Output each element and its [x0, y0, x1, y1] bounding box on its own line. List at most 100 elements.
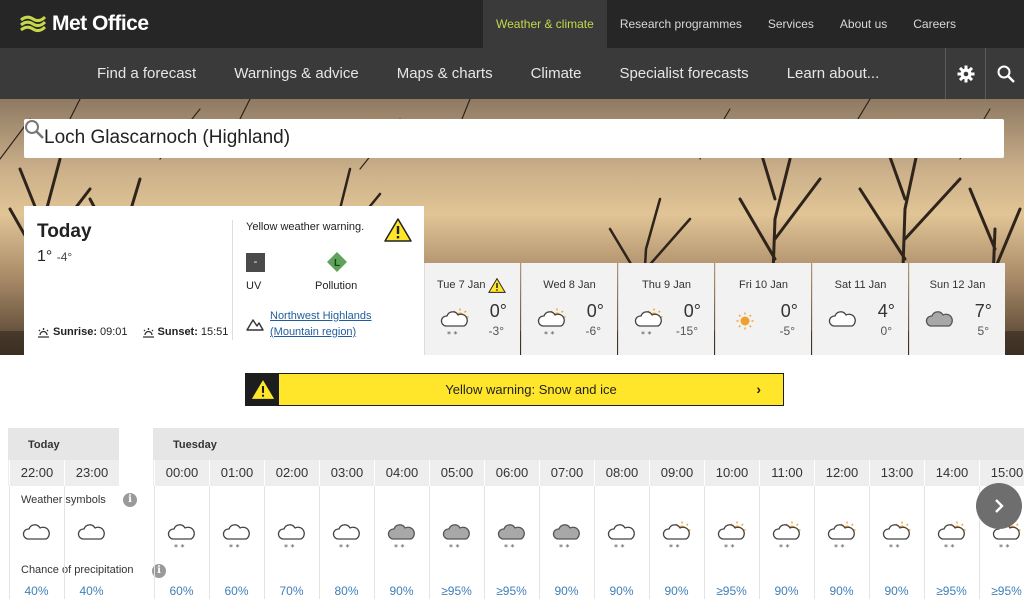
grey-cloud-snow-icon: * * — [497, 524, 525, 552]
region-line-1[interactable]: Northwest Highlands — [270, 310, 372, 322]
day-tab[interactable]: Fri 10 Jan 0° -5° — [715, 263, 811, 355]
svg-text:* *: * * — [504, 543, 515, 552]
day-max-temp: 0° — [683, 301, 701, 321]
banner-text[interactable]: Yellow warning: Snow and ice — [279, 382, 783, 397]
hour-precipitation: 90% — [664, 584, 689, 598]
hour-weather-symbol: * * — [924, 520, 979, 552]
topnav-weather-climate[interactable]: Weather & climate — [483, 0, 607, 48]
day-min-temp: -5° — [779, 324, 795, 338]
settings-button[interactable] — [945, 48, 985, 99]
nav-maps-charts[interactable]: Maps & charts — [378, 48, 512, 99]
search-icon[interactable] — [24, 119, 44, 139]
hour-time: 09:00 — [649, 460, 704, 486]
hour-weather-symbol — [64, 520, 119, 546]
sun-cloud-snow-icon: * * — [882, 521, 910, 552]
search-icon — [997, 65, 1015, 83]
cloud-snow-icon: * * — [332, 524, 360, 552]
day-max-temp: 7° — [974, 301, 992, 321]
sunny-intervals-snow-icon: * * — [634, 308, 663, 339]
svg-text:* *: * * — [724, 543, 735, 552]
day-warning — [488, 277, 506, 298]
nav-learn-about[interactable]: Learn about... — [768, 48, 899, 99]
cloud-icon — [828, 311, 856, 327]
topnav-services[interactable]: Services — [755, 0, 827, 48]
sunset-icon — [142, 327, 154, 338]
today-title: Today — [37, 221, 92, 242]
region-line-2[interactable]: (Mountain region) — [270, 326, 356, 338]
hour-precipitation: 70% — [279, 584, 304, 598]
topnav-careers[interactable]: Careers — [900, 0, 969, 48]
day-tab-date: Fri 10 Jan — [739, 279, 788, 291]
info-icon[interactable]: i — [123, 493, 137, 507]
met-office-logo[interactable]: Met Office — [20, 10, 149, 38]
today-temperatures: 1° -4° — [37, 248, 72, 266]
grey-cloud-snow-icon: * * — [552, 524, 580, 552]
nav-climate[interactable]: Climate — [512, 48, 601, 99]
hour-precipitation: 90% — [884, 584, 909, 598]
svg-text:* *: * * — [944, 543, 955, 552]
today-column-header: Today — [8, 428, 119, 460]
svg-text:* *: * * — [889, 543, 900, 552]
svg-text:* *: * * — [449, 543, 460, 552]
hour-weather-symbol: * * — [759, 520, 814, 552]
grey-cloud-snow-icon: * * — [387, 524, 415, 552]
warning-triangle-icon — [251, 380, 274, 399]
hour-weather-symbol: * * — [814, 520, 869, 552]
hourly-forecast-table: Today Tuesday Weather symbols i Chance o… — [0, 428, 1024, 599]
hour-precipitation: ≥95% — [936, 584, 967, 598]
location-search-input[interactable]: Loch Glascarnoch (Highland) — [44, 127, 290, 149]
hour-time: 08:00 — [594, 460, 649, 486]
nav-warnings[interactable]: Warnings & advice — [215, 48, 378, 99]
warning-triangle-icon — [488, 277, 506, 293]
nav-search-button[interactable] — [985, 48, 1024, 99]
day-min-temp: -15° — [675, 324, 698, 338]
svg-text:* *: * * — [284, 543, 295, 552]
nav-find-forecast[interactable]: Find a forecast — [78, 48, 215, 99]
sun-cloud-snow-icon: * * — [662, 521, 690, 552]
hour-weather-symbol: * * — [264, 520, 319, 552]
mountain-icon — [246, 319, 264, 331]
weather-warning-text: Yellow weather warning. — [246, 221, 365, 233]
hour-precipitation: 90% — [609, 584, 634, 598]
svg-text:* *: * * — [229, 543, 240, 552]
hour-weather-symbol: * * — [704, 520, 759, 552]
day-tab[interactable]: Sat 11 Jan 4° 0° — [812, 263, 908, 355]
svg-text:* *: * * — [614, 543, 625, 552]
mountain-region-link[interactable]: Northwest Highlands (Mountain region) — [270, 308, 372, 340]
top-navigation: Weather & climate Research programmes Se… — [483, 0, 969, 48]
today-card[interactable]: Today 1° -4° Sunrise: 09:01 Sunset: 15:5… — [24, 206, 424, 355]
svg-text:* *: * * — [174, 543, 185, 552]
warning-triangle-icon[interactable] — [384, 218, 412, 242]
hour-time: 00:00 — [154, 460, 209, 486]
hour-time: 15:00 — [979, 460, 1024, 486]
sun-cloud-snow-icon: * * — [772, 521, 800, 552]
tuesday-column-header: Tuesday — [153, 428, 1024, 460]
hour-time: 03:00 — [319, 460, 374, 486]
main-navigation: Find a forecast Warnings & advice Maps &… — [0, 48, 1024, 99]
hour-time: 23:00 — [64, 460, 119, 486]
day-weather-icon — [924, 307, 956, 344]
topnav-research[interactable]: Research programmes — [607, 0, 755, 48]
svg-text:* *: * * — [779, 543, 790, 552]
topnav-about[interactable]: About us — [827, 0, 900, 48]
sunset-label: Sunset: — [157, 326, 198, 338]
day-tab-date: Sat 11 Jan — [834, 279, 887, 291]
day-tab[interactable]: Wed 8 Jan * * 0° -6° — [521, 263, 617, 355]
grey-cloud-snow-icon: * * — [442, 524, 470, 552]
next-hours-button[interactable] — [976, 483, 1022, 529]
chevron-right-icon[interactable]: › — [756, 381, 761, 397]
location-search-box[interactable]: Loch Glascarnoch (Highland) — [24, 119, 1004, 158]
grey-cloud-icon — [925, 311, 953, 327]
hour-precipitation: 40% — [79, 584, 104, 598]
day-tab[interactable]: Sun 12 Jan 7° 5° — [909, 263, 1005, 355]
warning-banner[interactable]: Yellow warning: Snow and ice › — [245, 373, 784, 406]
day-weather-icon: * * — [633, 307, 665, 344]
hour-time: 14:00 — [924, 460, 979, 486]
hour-time: 10:00 — [704, 460, 759, 486]
uv-label: UV — [246, 280, 262, 292]
day-tab[interactable]: Thu 9 Jan * * 0° -15° — [618, 263, 714, 355]
sunrise-icon — [38, 327, 49, 338]
nav-specialist[interactable]: Specialist forecasts — [600, 48, 767, 99]
uv-index-badge: - — [246, 253, 265, 272]
day-tab[interactable]: Tue 7 Jan * * 0° -3° — [424, 263, 520, 355]
